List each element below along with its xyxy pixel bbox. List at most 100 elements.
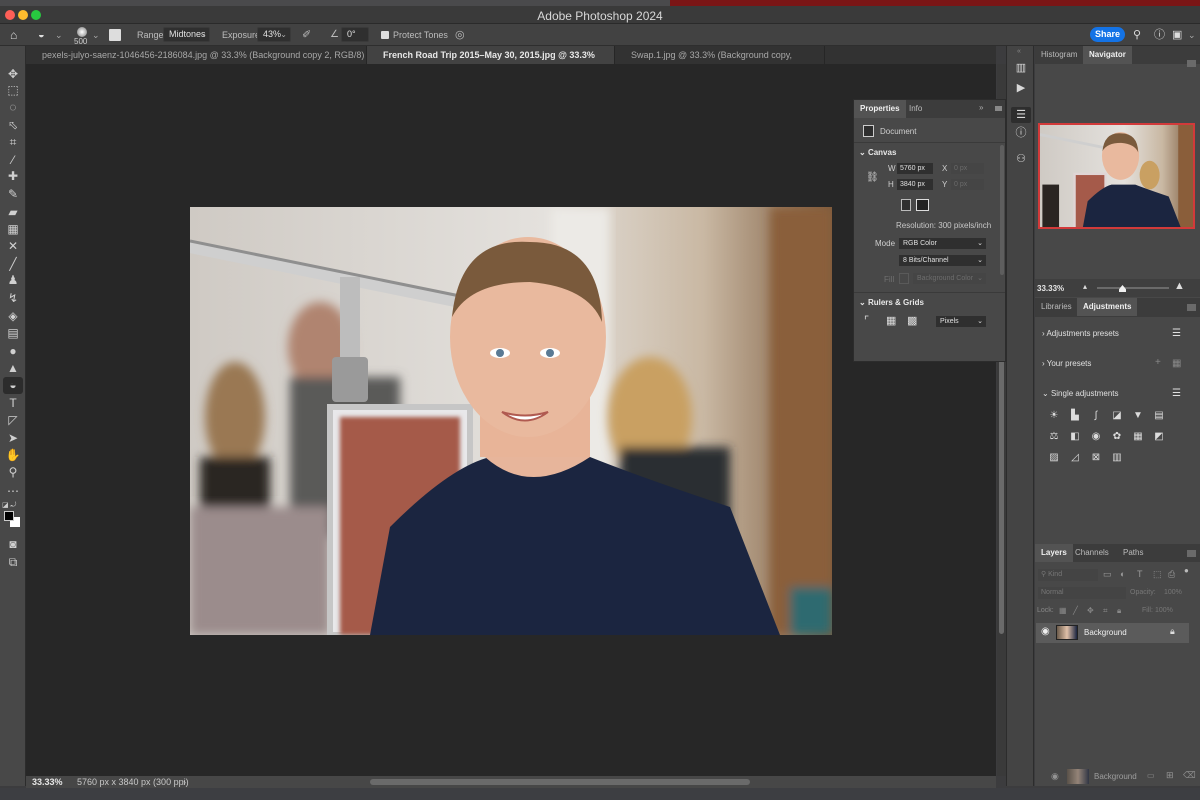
rulers-icon[interactable]: ⌜ xyxy=(864,314,869,327)
properties-scrollbar[interactable] xyxy=(1000,145,1004,275)
history-brush-tool[interactable]: ↯ xyxy=(3,290,23,307)
doc-tab-pexels[interactable]: pexels-julyo-saenz-1046456-2186084.jpg @… xyxy=(26,46,367,78)
patch-tool[interactable]: ▦ xyxy=(3,221,23,238)
collapse-panel-icon[interactable]: » xyxy=(979,103,983,112)
layer-filter-select[interactable]: ⚲ Kind xyxy=(1038,569,1098,581)
foreground-color-swatch[interactable] xyxy=(4,511,14,521)
layer-lock-icon[interactable]: 🔒︎ xyxy=(1170,626,1175,637)
selective-color-icon[interactable]: ⊠ xyxy=(1090,452,1102,463)
tab-adjustments[interactable]: Adjustments xyxy=(1077,298,1138,316)
fill-swatch[interactable] xyxy=(899,273,909,284)
lock-all-icon[interactable]: 🔒︎ xyxy=(1117,606,1121,616)
filter-type-icon[interactable]: T xyxy=(1137,569,1143,579)
navigator-thumbnail[interactable] xyxy=(1038,123,1195,229)
lock-paint-icon[interactable]: ╱ xyxy=(1073,606,1078,615)
filter-toggle-icon[interactable]: ● xyxy=(1184,566,1189,575)
color-balance-icon[interactable]: ⚖ xyxy=(1048,431,1060,442)
remove-tool[interactable]: ✎ xyxy=(3,186,23,203)
chevron-down-icon[interactable]: ⌄ xyxy=(55,28,63,42)
list-view-icon[interactable]: ☰ xyxy=(1172,388,1181,399)
actions-play-icon[interactable]: ▶ xyxy=(1011,80,1031,96)
lock-position-icon[interactable]: ✥ xyxy=(1087,606,1094,615)
color-lookup-icon[interactable]: ▦ xyxy=(1132,431,1144,442)
angle-input[interactable]: 0° xyxy=(341,27,369,42)
exposure-icon[interactable]: ◪ xyxy=(1111,410,1123,421)
brush-settings-icon[interactable] xyxy=(109,29,121,41)
tab-histogram[interactable]: Histogram xyxy=(1035,46,1083,64)
y-input[interactable]: 0 px xyxy=(951,179,984,190)
tab-properties[interactable]: Properties xyxy=(854,100,906,118)
collapse-icon[interactable]: « xyxy=(1017,48,1021,55)
navigator-zoom-value[interactable]: 33.33% xyxy=(1037,284,1064,293)
horizontal-scrollbar[interactable] xyxy=(370,779,750,785)
properties-icon[interactable]: ☰ xyxy=(1011,107,1031,123)
gradient-map-icon[interactable]: ▥ xyxy=(1111,452,1123,463)
adjustments-presets-section[interactable]: › Adjustments presets xyxy=(1042,329,1119,338)
delete-layer-icon[interactable]: ⌫ xyxy=(1183,770,1196,781)
opacity-value[interactable]: 100% xyxy=(1164,589,1182,596)
vibrance-icon[interactable]: ▼ xyxy=(1132,410,1144,421)
height-input[interactable]: 3840 px xyxy=(897,179,933,190)
exposure-input[interactable]: 43% ⌄ xyxy=(257,27,291,42)
type-tool[interactable]: T xyxy=(3,395,23,412)
curves-icon[interactable]: ∫ xyxy=(1090,410,1102,421)
list-view-icon[interactable]: ☰ xyxy=(1172,328,1181,339)
threshold-icon[interactable]: ◿ xyxy=(1069,452,1081,463)
info-icon[interactable]: ⓘ xyxy=(1011,125,1031,141)
eyedropper-tool[interactable]: ⁄ xyxy=(3,152,23,169)
guides-icon[interactable]: ▩ xyxy=(907,314,917,327)
swap-colors-icon[interactable]: ◪ ⤾ xyxy=(2,501,16,510)
history-icon[interactable]: ▥ xyxy=(1011,60,1031,76)
hue-saturation-icon[interactable]: ▤ xyxy=(1153,410,1165,421)
filter-pixel-icon[interactable]: ▭ xyxy=(1103,569,1112,580)
home-icon[interactable]: ⌂ xyxy=(10,28,17,42)
black-white-icon[interactable]: ◧ xyxy=(1069,431,1081,442)
quick-mask-icon[interactable]: ◙ xyxy=(3,536,23,553)
lasso-tool[interactable]: ◌ xyxy=(3,99,23,116)
your-presets-section[interactable]: › Your presets xyxy=(1042,359,1091,368)
healing-brush-tool[interactable]: ▰ xyxy=(3,204,23,221)
folder-icon[interactable]: ▭ xyxy=(1147,771,1155,780)
panel-menu-icon[interactable] xyxy=(1187,60,1196,67)
clone-source-icon[interactable]: ⚇ xyxy=(1011,151,1031,167)
eraser-tool[interactable]: ◈ xyxy=(3,308,23,325)
pen-tool[interactable]: ◸ xyxy=(3,412,23,429)
tab-layers[interactable]: Layers xyxy=(1035,544,1073,562)
invert-icon[interactable]: ◩ xyxy=(1153,431,1165,442)
brightness-contrast-icon[interactable]: ☀ xyxy=(1048,410,1060,421)
x-input[interactable]: 0 px xyxy=(951,163,984,174)
channel-mixer-icon[interactable]: ✿ xyxy=(1111,431,1123,442)
document-image[interactable] xyxy=(190,207,832,635)
chevron-down-icon[interactable]: ⌄ xyxy=(1188,28,1196,42)
fill-select[interactable]: Background Color ⌄ xyxy=(913,273,986,284)
filter-adjustment-icon[interactable]: ◐ xyxy=(1120,569,1125,579)
blur-tool[interactable]: ● xyxy=(3,343,23,360)
bit-depth-select[interactable]: 8 Bits/Channel ⌄ xyxy=(899,255,986,266)
layer-row-background[interactable]: ◉ Background 🔒︎ xyxy=(1036,623,1189,643)
link-icon[interactable]: ⛓ xyxy=(866,172,879,183)
status-info-arrow[interactable]: › xyxy=(183,776,186,788)
tab-libraries[interactable]: Libraries xyxy=(1035,298,1078,316)
single-adjustments-section[interactable]: ⌄ Single adjustments xyxy=(1042,389,1119,398)
hand-tool[interactable]: ✋ xyxy=(3,447,23,464)
units-select[interactable]: Pixels ⌄ xyxy=(936,316,986,327)
tab-navigator[interactable]: Navigator xyxy=(1083,46,1132,64)
path-select-tool[interactable]: ➤ xyxy=(3,430,23,447)
tab-info[interactable]: Info xyxy=(903,100,928,118)
layer-name[interactable]: Background xyxy=(1084,628,1127,637)
panel-menu-icon[interactable] xyxy=(1187,304,1196,311)
pressure-icon[interactable]: ◎ xyxy=(455,28,465,42)
filter-smart-object-icon[interactable]: ⎙ xyxy=(1168,569,1175,580)
rulers-grids-header[interactable]: ⌄ Rulers & Grids xyxy=(859,298,924,307)
crop-tool[interactable]: ⌗ xyxy=(3,134,23,151)
mode-select[interactable]: RGB Color ⌄ xyxy=(899,238,986,249)
panel-menu-icon[interactable] xyxy=(1187,550,1196,557)
marquee-tool[interactable]: ⬚ xyxy=(3,82,23,99)
width-input[interactable]: 5760 px xyxy=(897,163,933,174)
object-select-tool[interactable]: ⬁ xyxy=(3,117,23,134)
visibility-eye-icon[interactable]: ◉ xyxy=(1041,626,1050,637)
add-preset-icon[interactable]: + xyxy=(1155,357,1161,368)
clone-stamp-tool[interactable]: ♟ xyxy=(3,272,23,289)
navigator-zoom-slider[interactable] xyxy=(1097,287,1169,289)
search-icon[interactable]: ⚲ xyxy=(1133,28,1141,42)
